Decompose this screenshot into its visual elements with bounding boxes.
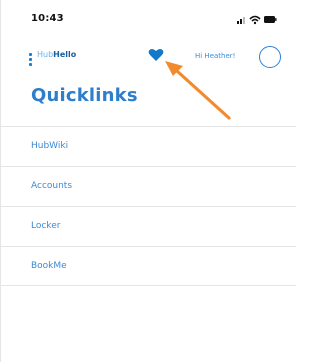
hubhello-logo[interactable]: HubHello	[37, 51, 76, 59]
phone-screen: 10:43 HubHello Hi Heather! Quicklinks Hu…	[0, 0, 296, 362]
quicklink-label: Accounts	[31, 181, 73, 191]
quicklinks-list: HubWiki Accounts Locker BookMe	[1, 126, 296, 286]
quicklink-label: HubWiki	[31, 141, 69, 151]
heart-icon[interactable]	[148, 48, 164, 62]
status-bar: 10:43	[1, 0, 296, 40]
top-nav-bar: HubHello Hi Heather!	[1, 40, 296, 74]
status-time: 10:43	[31, 13, 64, 24]
greeting-text: Hi Heather!	[195, 52, 236, 60]
brand-hello-text: Hello	[53, 50, 77, 59]
quicklink-hubwiki[interactable]: HubWiki	[1, 126, 296, 166]
signal-icon	[237, 17, 245, 24]
quicklink-bookme[interactable]: BookMe	[1, 246, 296, 286]
battery-icon	[264, 16, 277, 23]
status-icons	[237, 15, 277, 25]
quicklink-label: Locker	[31, 221, 61, 231]
wifi-icon	[249, 15, 261, 25]
menu-icon[interactable]	[29, 53, 33, 67]
avatar[interactable]	[259, 46, 281, 68]
quicklink-accounts[interactable]: Accounts	[1, 166, 296, 206]
page-title: Quicklinks	[31, 85, 138, 106]
quicklink-label: BookMe	[31, 261, 67, 271]
quicklink-locker[interactable]: Locker	[1, 206, 296, 246]
brand-hub-text: Hub	[37, 50, 54, 59]
